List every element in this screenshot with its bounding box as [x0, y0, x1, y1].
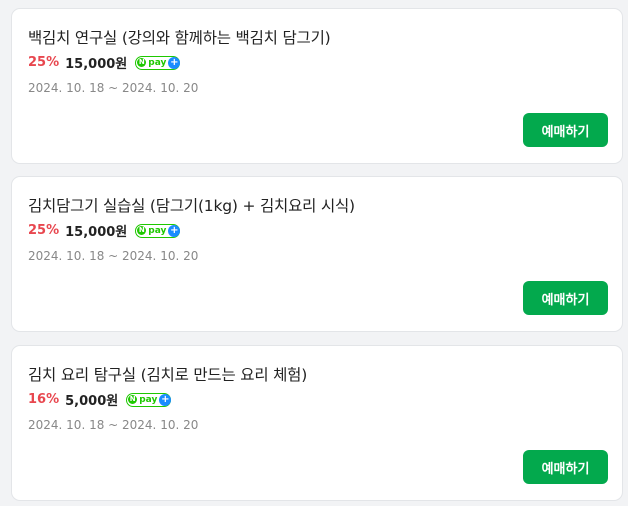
product-card: 김치담그기 실습실 (담그기(1kg) + 김치요리 시식) 25% 15,00…: [11, 176, 623, 332]
npay-badge: N pay +: [135, 223, 181, 238]
product-card: 김치 요리 탐구실 (김치로 만드는 요리 체험) 16% 5,000원 N p…: [11, 345, 623, 501]
event-period: 2024. 10. 18 ~ 2024. 10. 20: [28, 418, 199, 432]
plus-icon: +: [159, 393, 172, 406]
product-title: 김치 요리 탐구실 (김치로 만드는 요리 체험): [28, 366, 308, 384]
discount-rate: 25%: [28, 223, 60, 238]
product-list: 백김치 연구실 (강의와 함께하는 백김치 담그기) 25% 15,000원 N…: [0, 0, 628, 506]
price-row: 16% 5,000원 N pay +: [28, 390, 172, 409]
discount-rate: 25%: [28, 55, 60, 70]
naver-n-icon: N: [137, 226, 147, 235]
plus-icon: +: [168, 56, 181, 69]
npay-badge: N pay +: [135, 55, 181, 70]
npay-label: pay: [148, 225, 167, 236]
plus-icon: +: [168, 224, 181, 237]
reserve-button[interactable]: 예매하기: [523, 450, 608, 484]
reserve-button[interactable]: 예매하기: [523, 281, 608, 315]
event-period: 2024. 10. 18 ~ 2024. 10. 20: [28, 249, 199, 263]
npay-label: pay: [139, 394, 158, 405]
discount-rate: 16%: [28, 392, 60, 407]
event-period: 2024. 10. 18 ~ 2024. 10. 20: [28, 81, 199, 95]
price-row: 25% 15,000원 N pay +: [28, 53, 181, 72]
price: 15,000원: [65, 225, 128, 240]
price-row: 25% 15,000원 N pay +: [28, 221, 181, 240]
price: 5,000원: [65, 394, 119, 409]
naver-n-icon: N: [128, 395, 138, 404]
reserve-button[interactable]: 예매하기: [523, 113, 608, 147]
product-title: 백김치 연구실 (강의와 함께하는 백김치 담그기): [28, 29, 331, 47]
product-card: 백김치 연구실 (강의와 함께하는 백김치 담그기) 25% 15,000원 N…: [11, 8, 623, 164]
price: 15,000원: [65, 57, 128, 72]
npay-label: pay: [148, 57, 167, 68]
npay-badge: N pay +: [126, 392, 172, 407]
product-title: 김치담그기 실습실 (담그기(1kg) + 김치요리 시식): [28, 197, 355, 215]
naver-n-icon: N: [137, 58, 147, 67]
